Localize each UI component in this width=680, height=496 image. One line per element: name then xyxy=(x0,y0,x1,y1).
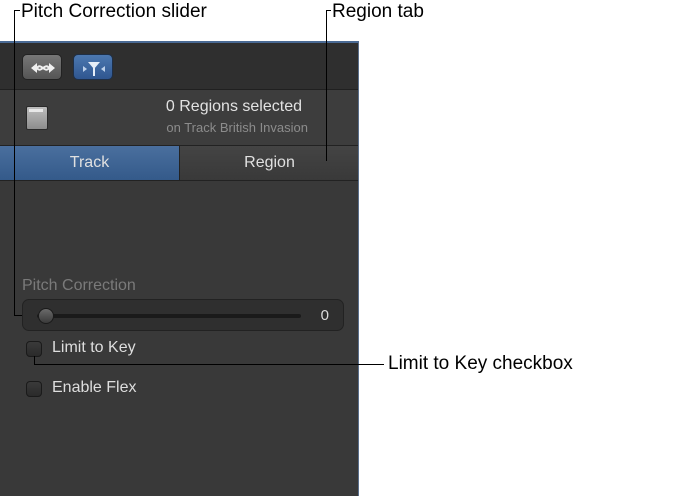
track-subtitle: on Track British Invasion xyxy=(166,120,308,135)
slider-thumb[interactable] xyxy=(38,308,54,324)
limit-to-key-label: Limit to Key xyxy=(52,339,136,356)
flex-icon xyxy=(83,62,105,76)
slider-track[interactable] xyxy=(37,314,301,318)
link-icon xyxy=(31,63,55,73)
region-icon xyxy=(26,106,48,130)
callout-pitch-correction-slider: Pitch Correction slider xyxy=(21,1,207,22)
callout-region-tab: Region tab xyxy=(332,1,424,22)
region-tab-leader-vertical xyxy=(326,10,327,161)
toolbar xyxy=(0,43,358,90)
limit-to-key-checkbox[interactable] xyxy=(26,341,42,357)
region-tab-leader-top xyxy=(326,10,331,11)
pitch-correction-value: 0 xyxy=(320,307,329,324)
inspector-panel: 0 Regions selected on Track British Inva… xyxy=(0,41,359,496)
limit-key-leader-horizontal xyxy=(34,364,384,365)
pitch-correction-label: Pitch Correction xyxy=(22,277,136,294)
enable-flex-label: Enable Flex xyxy=(52,379,137,396)
pitch-correction-slider[interactable]: 0 xyxy=(22,299,344,331)
pitch-slider-leader-top xyxy=(14,10,20,11)
callout-limit-to-key-checkbox: Limit to Key checkbox xyxy=(388,353,573,374)
regions-selected-title: 0 Regions selected xyxy=(165,98,302,115)
link-button[interactable] xyxy=(22,54,62,80)
flex-button[interactable] xyxy=(73,54,113,80)
enable-flex-checkbox[interactable] xyxy=(26,381,42,397)
pitch-slider-leader-bottom xyxy=(14,315,22,316)
tab-track[interactable]: Track xyxy=(0,146,180,180)
tab-region[interactable]: Region xyxy=(180,146,358,180)
limit-key-leader-vertical xyxy=(34,356,35,365)
inspector-tabs: Track Region xyxy=(0,145,358,181)
pitch-slider-leader-vertical xyxy=(14,10,15,316)
